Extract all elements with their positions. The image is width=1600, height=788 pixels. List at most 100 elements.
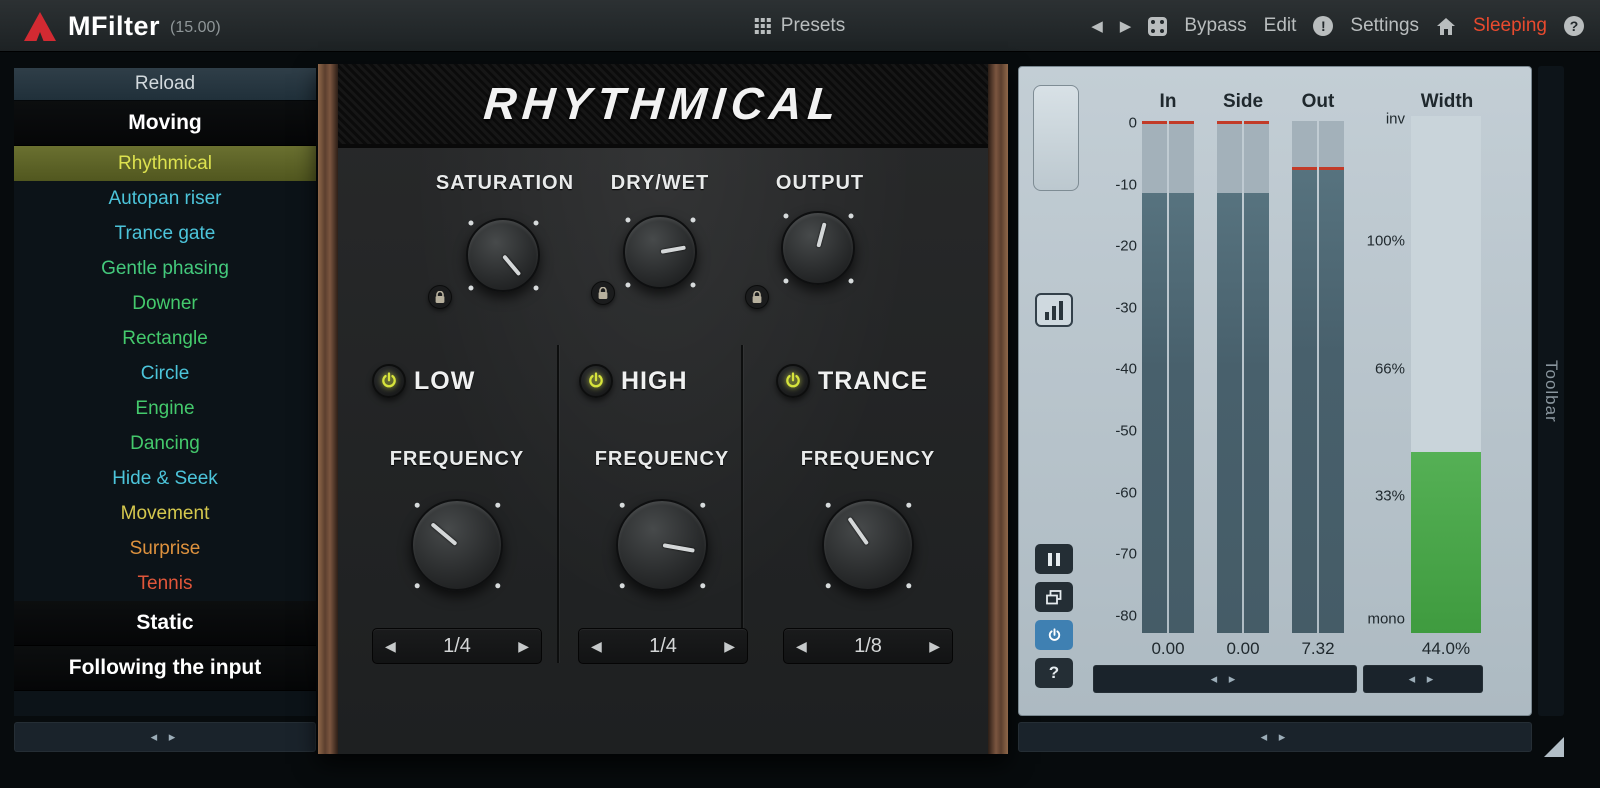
preset-item-gentle-phasing[interactable]: Gentle phasing: [14, 251, 316, 286]
meter-fill: [1292, 167, 1317, 633]
preset-item-rectangle[interactable]: Rectangle: [14, 321, 316, 356]
preset-item-hide-and-seek[interactable]: Hide & Seek: [14, 461, 316, 496]
randomize-dice-icon[interactable]: [1148, 17, 1167, 36]
scrollbar-arrows-icon: ◂ ▸: [1261, 729, 1290, 745]
high-rate-value: 1/4: [649, 635, 677, 658]
knob-tick-dot: [824, 582, 831, 589]
drywet-lock-icon[interactable]: [591, 281, 615, 305]
meter-scrollbar-width[interactable]: ◂ ▸: [1363, 665, 1483, 693]
band-divider: [557, 345, 559, 663]
db-scale-label: -40: [1097, 361, 1137, 378]
knob-tick-dot: [467, 284, 474, 291]
preset-item-downer[interactable]: Downer: [14, 286, 316, 321]
warning-icon[interactable]: !: [1313, 16, 1333, 36]
high-power-button[interactable]: [579, 364, 613, 398]
preset-group-following-the-input[interactable]: Following the input: [14, 646, 316, 691]
presets-button[interactable]: Presets: [755, 0, 845, 52]
sleeping-button[interactable]: Sleeping: [1473, 15, 1547, 37]
stepper-next-icon[interactable]: ▶: [724, 638, 735, 655]
preset-label: Downer: [132, 293, 197, 315]
preset-item-movement[interactable]: Movement: [14, 496, 316, 531]
preset-label: Dancing: [130, 433, 200, 455]
preset-label: Circle: [141, 363, 190, 385]
output-lock-icon[interactable]: [745, 285, 769, 309]
knob-tick-dot: [413, 582, 420, 589]
output-knob[interactable]: [781, 211, 855, 285]
saturation-lock-icon[interactable]: [428, 285, 452, 309]
reload-button[interactable]: Reload: [14, 68, 316, 101]
previous-preset-icon[interactable]: ◀: [1091, 17, 1103, 35]
low-power-button[interactable]: [372, 364, 406, 398]
presets-grid-icon: [755, 18, 771, 34]
meter-help-icon[interactable]: ?: [1035, 658, 1073, 688]
high-rate-stepper[interactable]: ◀ 1/4 ▶: [578, 628, 748, 664]
trance-band-label: TRANCE: [818, 364, 928, 398]
in-meter-left: [1142, 121, 1167, 633]
help-icon[interactable]: ?: [1564, 16, 1584, 36]
preset-item-tennis[interactable]: Tennis: [14, 566, 316, 601]
side-meter-value: 0.00: [1203, 639, 1283, 659]
meter-scrollbar-main[interactable]: ◂ ▸: [1093, 665, 1357, 693]
preset-label: Hide & Seek: [112, 468, 218, 490]
meter-range-slider[interactable]: [1033, 85, 1079, 191]
preset-item-rhythmical[interactable]: Rhythmical: [14, 146, 316, 181]
preset-group-moving[interactable]: Moving: [14, 101, 316, 146]
meter-pause-icon[interactable]: [1035, 544, 1073, 574]
stepper-prev-icon[interactable]: ◀: [796, 638, 807, 655]
knob-tick-dot: [467, 219, 474, 226]
output-label: OUTPUT: [720, 172, 920, 195]
preset-group-static[interactable]: Static: [14, 601, 316, 646]
stepper-prev-icon[interactable]: ◀: [385, 638, 396, 655]
in-meter-right: [1169, 121, 1194, 633]
trance-rate-stepper[interactable]: ◀ 1/8 ▶: [783, 628, 953, 664]
trance-frequency-knob[interactable]: [822, 499, 914, 591]
wood-panel-right: [988, 64, 1008, 754]
next-preset-icon[interactable]: ▶: [1120, 17, 1132, 35]
melda-logo-icon: [22, 11, 58, 42]
db-scale-label: -20: [1097, 238, 1137, 255]
preset-item-trance-gate[interactable]: Trance gate: [14, 216, 316, 251]
knob-tick-dot: [824, 501, 831, 508]
preset-item-autopan-riser[interactable]: Autopan riser: [14, 181, 316, 216]
preset-label: Rectangle: [122, 328, 208, 350]
knob-tick-dot: [532, 219, 539, 226]
peak-marker: [1142, 121, 1167, 124]
bypass-button[interactable]: Bypass: [1184, 15, 1246, 37]
trance-power-button[interactable]: [776, 364, 810, 398]
in-meter-header: In: [1128, 91, 1208, 113]
preset-item-dancing[interactable]: Dancing: [14, 426, 316, 461]
low-rate-stepper[interactable]: ◀ 1/4 ▶: [372, 628, 542, 664]
drywet-knob[interactable]: [623, 215, 697, 289]
preset-item-circle[interactable]: Circle: [14, 356, 316, 391]
meter-fill: [1319, 167, 1344, 633]
bottom-scrollbar[interactable]: ◂ ▸: [1018, 722, 1532, 752]
stepper-next-icon[interactable]: ▶: [929, 638, 940, 655]
stepper-next-icon[interactable]: ▶: [518, 638, 529, 655]
width-scale-label: inv: [1349, 111, 1405, 128]
db-scale-label: -70: [1097, 546, 1137, 563]
edit-button[interactable]: Edit: [1264, 15, 1297, 37]
meter-mode-chart-icon[interactable]: [1035, 293, 1073, 327]
meter-power-icon[interactable]: [1035, 620, 1073, 650]
toolbar-tab[interactable]: Toolbar: [1538, 66, 1564, 716]
db-scale-label: -60: [1097, 485, 1137, 502]
width-meter-header: Width: [1407, 91, 1487, 113]
side-meter-left: [1217, 121, 1242, 633]
home-icon[interactable]: [1436, 17, 1456, 36]
preset-item-surprise[interactable]: Surprise: [14, 531, 316, 566]
resize-handle[interactable]: [1544, 737, 1564, 757]
sidebar-scrollbar[interactable]: ◂ ▸: [14, 722, 316, 752]
stepper-prev-icon[interactable]: ◀: [591, 638, 602, 655]
scrollbar-arrows-icon: ◂ ▸: [151, 729, 180, 745]
high-frequency-knob[interactable]: [616, 499, 708, 591]
title-bar: MFilter (15.00) Presets ◀ ▶ Bypass Edit …: [0, 0, 1600, 52]
low-frequency-knob[interactable]: [411, 499, 503, 591]
preset-item-engine[interactable]: Engine: [14, 391, 316, 426]
saturation-knob[interactable]: [466, 218, 540, 292]
settings-button[interactable]: Settings: [1350, 15, 1419, 37]
knob-tick-dot: [782, 212, 789, 219]
meter-popup-icon[interactable]: [1035, 582, 1073, 612]
knob-pointer: [430, 522, 457, 546]
knob-pointer: [816, 222, 826, 247]
meter-fill: [1244, 193, 1269, 633]
